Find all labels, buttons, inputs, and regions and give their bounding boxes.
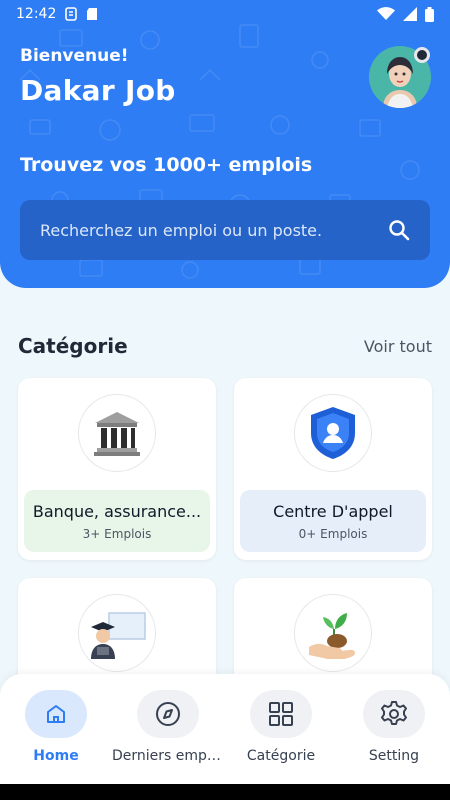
nav-icon-container bbox=[250, 690, 312, 738]
nav-label: Setting bbox=[368, 748, 420, 764]
nav-item-settings[interactable]: Setting bbox=[338, 690, 450, 764]
nav-icon-container bbox=[137, 690, 199, 738]
nav-item-home[interactable]: Home bbox=[0, 690, 112, 764]
home-icon bbox=[47, 705, 65, 723]
category-icon-wrapper bbox=[294, 394, 372, 472]
gear-icon bbox=[381, 701, 407, 725]
sd-card-icon bbox=[87, 8, 98, 20]
category-name: Banque, assurance... bbox=[32, 501, 202, 521]
tagline: Trouvez vos 1000+ emplois bbox=[20, 154, 313, 176]
nav-icon-container bbox=[363, 690, 425, 738]
search-icon[interactable] bbox=[388, 219, 410, 241]
bottom-navigation: Home Derniers emplois Catégorie Setting bbox=[0, 674, 450, 784]
wifi-icon bbox=[377, 7, 395, 20]
category-info: Banque, assurance... 3+ Emplois bbox=[24, 490, 210, 552]
category-info: Centre D'appel 0+ Emplois bbox=[240, 490, 426, 552]
bank-icon bbox=[94, 412, 140, 456]
grid-icon bbox=[269, 702, 293, 726]
plant-hand-icon bbox=[309, 613, 356, 659]
nav-label: Derniers emplois bbox=[112, 748, 224, 764]
teacher-icon bbox=[91, 612, 146, 659]
search-placeholder: Recherchez un emploi ou un poste. bbox=[40, 220, 323, 240]
header-banner: Bienvenue! Dakar Job Trouvez vos 1000+ e… bbox=[0, 0, 450, 288]
category-icon-wrapper bbox=[294, 594, 372, 672]
category-card[interactable]: Centre D'appel 0+ Emplois bbox=[234, 378, 432, 560]
online-status-dot bbox=[414, 47, 430, 63]
see-all-link[interactable]: Voir tout bbox=[364, 337, 432, 356]
nav-label: Catégorie bbox=[246, 748, 316, 764]
section-title: Catégorie bbox=[18, 334, 128, 358]
search-input[interactable]: Recherchez un emploi ou un poste. bbox=[20, 200, 430, 260]
signal-icon bbox=[403, 7, 417, 21]
system-gesture-bar bbox=[0, 784, 450, 800]
category-icon-wrapper bbox=[78, 394, 156, 472]
shield-user-icon bbox=[311, 407, 355, 459]
app-title: Dakar Job bbox=[20, 74, 176, 107]
nav-label: Home bbox=[33, 748, 79, 764]
nav-icon-container bbox=[25, 690, 87, 738]
greeting-text: Bienvenue! bbox=[20, 46, 129, 66]
category-section-header: Catégorie Voir tout bbox=[18, 334, 432, 358]
status-time: 12:42 bbox=[16, 6, 57, 22]
category-icon-wrapper bbox=[78, 594, 156, 672]
category-name: Centre D'appel bbox=[273, 501, 393, 521]
battery-icon bbox=[425, 6, 434, 22]
status-bar: 12:42 bbox=[0, 0, 450, 28]
compass-icon bbox=[156, 702, 180, 726]
category-count: 3+ Emplois bbox=[82, 526, 152, 541]
notification-icon bbox=[65, 7, 78, 21]
nav-item-category[interactable]: Catégorie bbox=[225, 690, 337, 764]
category-card[interactable]: Banque, assurance... 3+ Emplois bbox=[18, 378, 216, 560]
nav-item-latest-jobs[interactable]: Derniers emplois bbox=[112, 690, 224, 764]
category-count: 0+ Emplois bbox=[298, 526, 368, 541]
